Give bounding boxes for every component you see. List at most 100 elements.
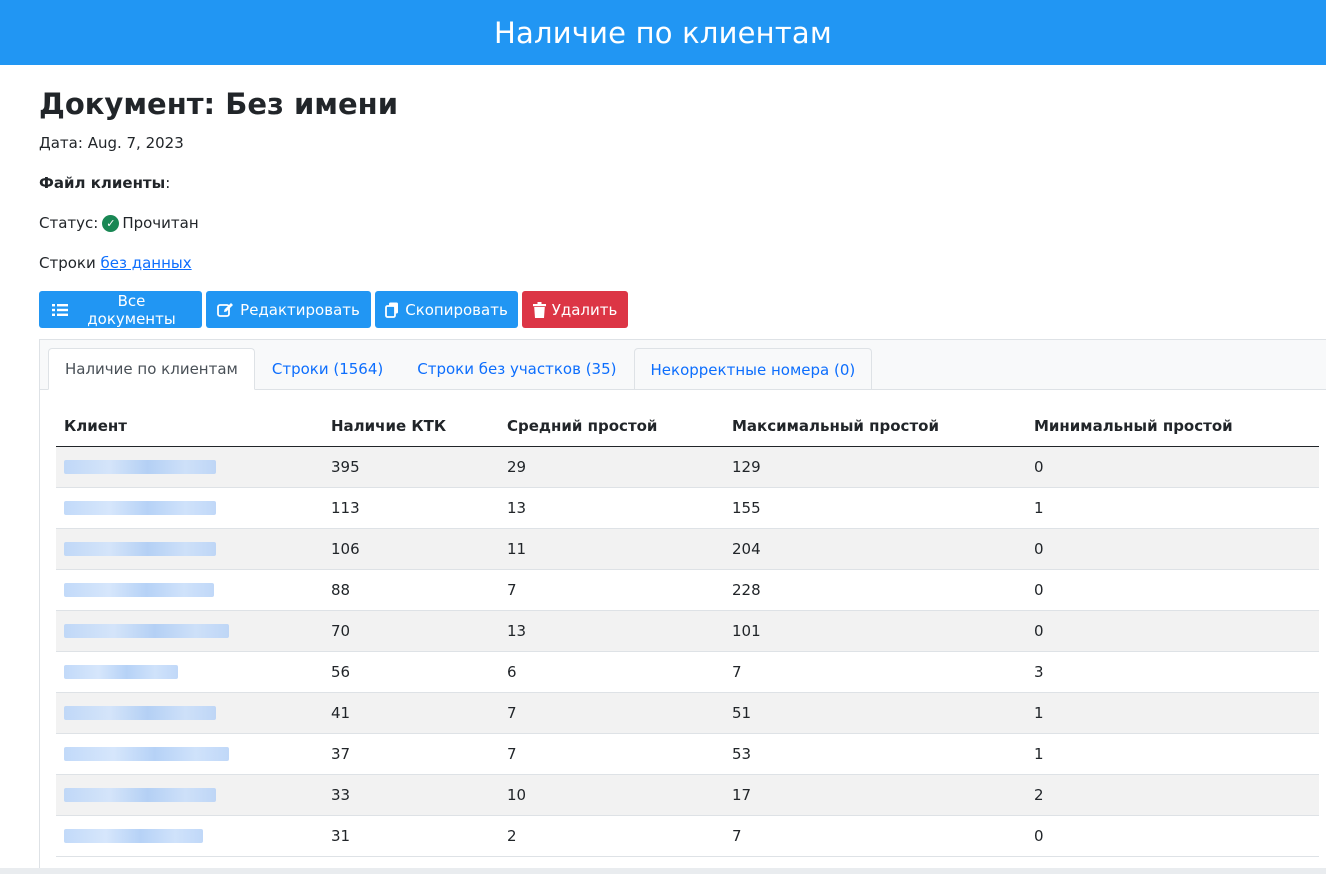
client-link[interactable] (64, 541, 216, 556)
ktk-cell: 395 (323, 446, 499, 488)
table-row: 41 7 51 1 (56, 692, 1319, 734)
avg-idle-cell: 7 (499, 733, 724, 775)
tab-bar: Наличие по клиентам Строки (1564) Строки… (48, 348, 873, 390)
document-title: Документ: Без имени (39, 87, 399, 121)
min-idle-cell: 0 (1026, 569, 1319, 611)
avg-idle-cell: 29 (499, 446, 724, 488)
copy-button[interactable]: Скопировать (375, 291, 518, 328)
client-link[interactable] (64, 459, 216, 474)
client-cell (56, 774, 323, 816)
document-date: Дата: Aug. 7, 2023 (39, 134, 184, 152)
document-rows: Строки без данных (39, 254, 192, 272)
tabs-panel: Наличие по клиентам Строки (1564) Строки… (39, 339, 1326, 874)
table-row: 33 10 17 2 (56, 774, 1319, 816)
avg-idle-cell: 10 (499, 774, 724, 816)
table-row: 113 13 155 1 (56, 487, 1319, 529)
max-idle-cell: 204 (724, 528, 1026, 570)
tab-availability-by-client[interactable]: Наличие по клиентам (48, 348, 255, 390)
ktk-cell: 33 (323, 774, 499, 816)
action-toolbar: Все документы Редактировать Скопировать … (39, 291, 628, 328)
min-idle-cell: 0 (1026, 446, 1319, 488)
column-header-min-idle[interactable]: Минимальный простой (1026, 406, 1319, 447)
client-link[interactable] (64, 623, 229, 638)
table-row: 70 13 101 0 (56, 610, 1319, 652)
ktk-cell: 41 (323, 692, 499, 734)
document-status: Статус: ✓ Прочитан (39, 214, 199, 232)
edit-icon (217, 302, 234, 318)
rows-label: Строки (39, 254, 96, 272)
ktk-cell: 37 (323, 733, 499, 775)
client-cell (56, 528, 323, 570)
max-idle-cell: 53 (724, 733, 1026, 775)
column-header-avg-idle[interactable]: Средний простой (499, 406, 724, 447)
clients-table: Клиент Наличие КТК Средний простой Макси… (56, 406, 1319, 857)
edit-label: Редактировать (240, 300, 360, 319)
status-label: Статус: (39, 214, 99, 232)
table-row: 88 7 228 0 (56, 569, 1319, 611)
ktk-cell: 56 (323, 651, 499, 693)
tab-rows[interactable]: Строки (1564) (255, 348, 400, 390)
client-cell (56, 815, 323, 857)
file-colon: : (165, 174, 171, 192)
client-cell (56, 733, 323, 775)
min-idle-cell: 1 (1026, 487, 1319, 529)
copy-icon (385, 302, 399, 318)
list-icon (52, 303, 68, 317)
client-link[interactable] (64, 500, 216, 515)
client-cell (56, 610, 323, 652)
min-idle-cell: 0 (1026, 610, 1319, 652)
client-link[interactable] (64, 582, 214, 597)
client-cell (56, 651, 323, 693)
max-idle-cell: 7 (724, 815, 1026, 857)
table-body: 395 29 129 0 113 13 155 1 106 11 204 0 88 7 228 0 70 13 10… (56, 446, 1319, 857)
ktk-cell: 88 (323, 569, 499, 611)
delete-label: Удалить (551, 300, 618, 319)
column-header-client[interactable]: Клиент (56, 406, 323, 447)
min-idle-cell: 1 (1026, 692, 1319, 734)
page-header-title: Наличие по клиентам (494, 15, 832, 50)
min-idle-cell: 2 (1026, 774, 1319, 816)
client-cell (56, 487, 323, 529)
client-link[interactable] (64, 746, 229, 761)
tab-rows-without-sections[interactable]: Строки без участков (35) (400, 348, 633, 390)
column-header-max-idle[interactable]: Максимальный простой (724, 406, 1026, 447)
trash-icon (532, 301, 546, 318)
all-documents-button[interactable]: Все документы (39, 291, 202, 328)
ktk-cell: 106 (323, 528, 499, 570)
client-cell (56, 446, 323, 488)
tab-incorrect-numbers[interactable]: Некорректные номера (0) (633, 348, 873, 390)
client-link[interactable] (64, 705, 216, 720)
avg-idle-cell: 11 (499, 528, 724, 570)
ktk-cell: 113 (323, 487, 499, 529)
client-link[interactable] (64, 828, 203, 843)
min-idle-cell: 0 (1026, 528, 1319, 570)
client-link[interactable] (64, 787, 216, 802)
document-file: Файл клиенты: (39, 174, 170, 192)
all-documents-label: Все документы (87, 291, 176, 328)
max-idle-cell: 129 (724, 446, 1026, 488)
delete-button[interactable]: Удалить (522, 291, 628, 328)
max-idle-cell: 155 (724, 487, 1026, 529)
min-idle-cell: 3 (1026, 651, 1319, 693)
avg-idle-cell: 13 (499, 610, 724, 652)
tab-content: Клиент Наличие КТК Средний простой Макси… (40, 390, 1326, 874)
client-link[interactable] (64, 664, 178, 679)
horizontal-scrollbar[interactable] (0, 868, 1326, 874)
avg-idle-cell: 7 (499, 692, 724, 734)
rows-no-data-link[interactable]: без данных (101, 254, 192, 272)
table-row: 31 2 7 0 (56, 815, 1319, 857)
max-idle-cell: 7 (724, 651, 1026, 693)
max-idle-cell: 17 (724, 774, 1026, 816)
column-header-ktk[interactable]: Наличие КТК (323, 406, 499, 447)
date-label: Дата: (39, 134, 83, 152)
copy-label: Скопировать (405, 300, 508, 319)
client-cell (56, 569, 323, 611)
avg-idle-cell: 13 (499, 487, 724, 529)
status-value: Прочитан (122, 214, 199, 232)
client-cell (56, 692, 323, 734)
max-idle-cell: 228 (724, 569, 1026, 611)
file-label: Файл клиенты (39, 174, 166, 192)
table-header-row: Клиент Наличие КТК Средний простой Макси… (56, 406, 1319, 447)
table-row: 395 29 129 0 (56, 446, 1319, 488)
edit-button[interactable]: Редактировать (206, 291, 371, 328)
